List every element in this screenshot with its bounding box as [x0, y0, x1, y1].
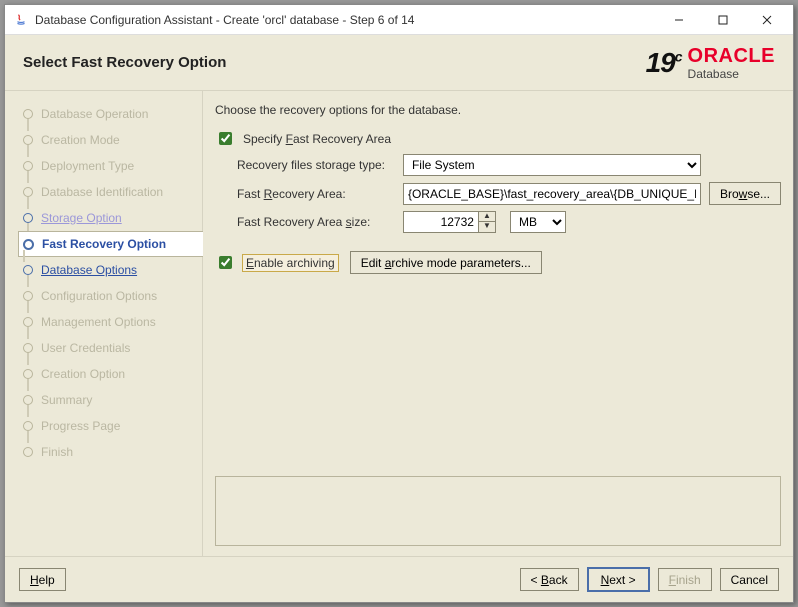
title-bar[interactable]: Database Configuration Assistant - Creat…	[5, 5, 793, 35]
wizard-step-progress-page: Progress Page	[23, 413, 202, 439]
wizard-step-database-identification: Database Identification	[23, 179, 202, 205]
step-label: User Credentials	[41, 341, 130, 355]
step-dot-icon	[23, 135, 33, 145]
storage-type-label: Recovery files storage type:	[237, 158, 395, 172]
wizard-step-storage-option[interactable]: Storage Option	[23, 205, 202, 231]
spinner-down-icon[interactable]: ▼	[479, 222, 495, 232]
step-dot-icon	[23, 343, 33, 353]
instruction-text: Choose the recovery options for the data…	[215, 103, 781, 117]
page-title: Select Fast Recovery Option	[23, 54, 646, 71]
finish-button: Finish	[658, 568, 712, 591]
step-label: Deployment Type	[41, 159, 134, 173]
step-label: Fast Recovery Option	[42, 237, 166, 251]
step-label: Database Options	[41, 263, 137, 277]
help-button[interactable]: Help	[19, 568, 66, 591]
fra-size-label: Fast Recovery Area size:	[237, 215, 395, 229]
wizard-step-database-operation: Database Operation	[23, 101, 202, 127]
step-label: Storage Option	[41, 211, 122, 225]
wizard-step-finish: Finish	[23, 439, 202, 465]
step-label: Summary	[41, 393, 92, 407]
close-button[interactable]	[745, 6, 789, 34]
step-dot-icon	[23, 109, 33, 119]
wizard-step-creation-mode: Creation Mode	[23, 127, 202, 153]
message-area	[215, 476, 781, 546]
fra-path-label: Fast Recovery Area:	[237, 187, 395, 201]
wizard-step-creation-option: Creation Option	[23, 361, 202, 387]
step-label: Database Identification	[41, 185, 163, 199]
step-label: Database Operation	[41, 107, 148, 121]
enable-archiving-label[interactable]: Enable archiving	[243, 255, 338, 271]
step-dot-icon	[23, 239, 34, 250]
java-icon	[13, 12, 29, 28]
step-dot-icon	[23, 187, 33, 197]
minimize-button[interactable]	[657, 6, 701, 34]
edit-archive-params-button[interactable]: Edit archive mode parameters...	[350, 251, 542, 274]
specify-fra-label[interactable]: Specify Fast Recovery Area	[243, 132, 391, 146]
wizard-step-management-options: Management Options	[23, 309, 202, 335]
step-label: Finish	[41, 445, 73, 459]
wizard-step-fast-recovery-option: Fast Recovery Option	[18, 231, 203, 257]
step-dot-icon	[23, 395, 33, 405]
wizard-step-summary: Summary	[23, 387, 202, 413]
app-window: Database Configuration Assistant - Creat…	[4, 4, 794, 603]
wizard-step-user-credentials: User Credentials	[23, 335, 202, 361]
step-dot-icon	[23, 213, 33, 223]
enable-archiving-checkbox[interactable]	[219, 256, 232, 269]
storage-type-select[interactable]: File System	[403, 154, 701, 176]
back-button[interactable]: < Back	[520, 568, 579, 591]
step-dot-icon	[23, 161, 33, 171]
wizard-step-configuration-options: Configuration Options	[23, 283, 202, 309]
browse-button[interactable]: Browse...	[709, 182, 781, 205]
step-label: Management Options	[41, 315, 156, 329]
oracle-logo: 19c ORACLE Database	[646, 46, 775, 80]
wizard-step-deployment-type: Deployment Type	[23, 153, 202, 179]
wizard-step-database-options[interactable]: Database Options	[23, 257, 202, 283]
footer-bar: Help < Back Next > Finish Cancel	[5, 556, 793, 602]
main-panel: Choose the recovery options for the data…	[202, 91, 793, 556]
fra-path-input[interactable]	[403, 183, 701, 205]
maximize-button[interactable]	[701, 6, 745, 34]
step-label: Configuration Options	[41, 289, 157, 303]
step-label: Progress Page	[41, 419, 120, 433]
window-title: Database Configuration Assistant - Creat…	[35, 13, 657, 27]
step-dot-icon	[23, 369, 33, 379]
fra-size-input[interactable]	[403, 211, 479, 233]
step-dot-icon	[23, 421, 33, 431]
step-dot-icon	[23, 291, 33, 301]
step-dot-icon	[23, 265, 33, 275]
cancel-button[interactable]: Cancel	[720, 568, 779, 591]
fra-size-unit-select[interactable]: MB	[510, 211, 566, 233]
step-dot-icon	[23, 447, 33, 457]
fra-size-spinner[interactable]: ▲▼	[479, 211, 496, 233]
specify-fra-checkbox[interactable]	[219, 132, 232, 145]
step-label: Creation Option	[41, 367, 125, 381]
step-label: Creation Mode	[41, 133, 120, 147]
step-dot-icon	[23, 317, 33, 327]
next-button[interactable]: Next >	[587, 567, 650, 592]
page-header: Select Fast Recovery Option 19c ORACLE D…	[5, 35, 793, 91]
wizard-steps-sidebar: Database Operation Creation Mode Deploymen…	[5, 91, 202, 556]
